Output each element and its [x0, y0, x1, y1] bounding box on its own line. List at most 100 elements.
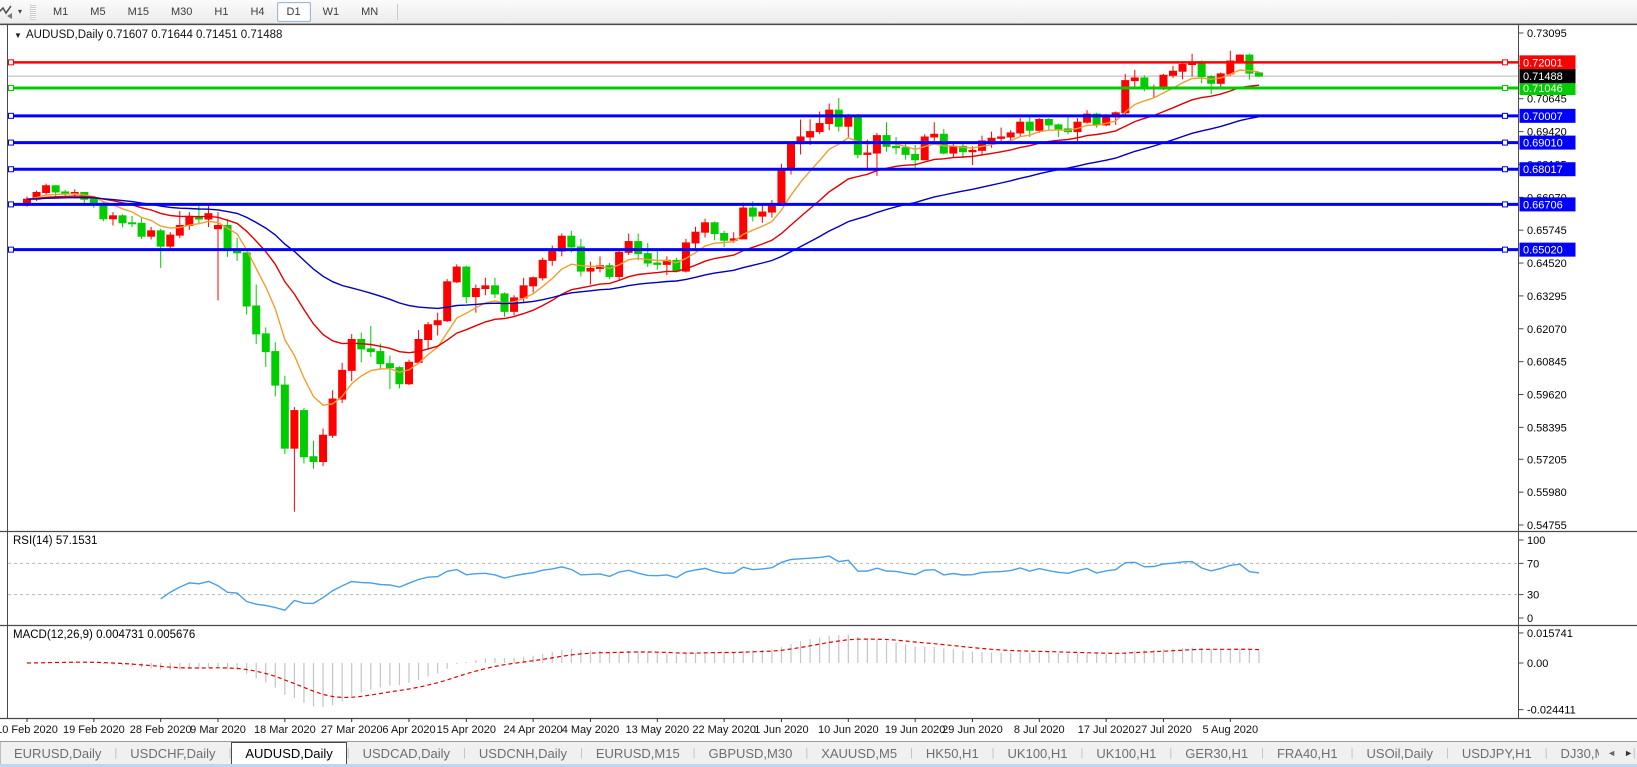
- candle-body: [1170, 71, 1177, 75]
- chart-tab-usdchf-daily[interactable]: USDCHF,Daily: [117, 742, 228, 764]
- date-label: 6 Apr 2020: [382, 724, 435, 736]
- rsi-tick-label: 30: [1527, 590, 1539, 602]
- line-handle[interactable]: [1503, 60, 1508, 65]
- candle-body: [1074, 122, 1081, 131]
- tab-scroll-left-icon[interactable]: ◄: [1607, 748, 1616, 758]
- date-label: 22 May 2020: [692, 724, 756, 736]
- line-handle[interactable]: [9, 247, 14, 252]
- date-label: 9 Mar 2020: [190, 724, 246, 736]
- chart-canvas[interactable]: ▼AUDUSD,Daily 0.71607 0.71644 0.71451 0.…: [0, 24, 1637, 741]
- candle-body: [272, 352, 279, 386]
- date-label: 17 Jul 2020: [1078, 724, 1135, 736]
- date-label: 29 Jun 2020: [942, 724, 1003, 736]
- candle-body: [950, 146, 957, 153]
- line-handle[interactable]: [9, 85, 14, 90]
- timeframe-button-h4[interactable]: H4: [240, 2, 274, 22]
- price-tick-label: 0.60845: [1527, 357, 1567, 369]
- candle-body: [998, 137, 1005, 138]
- date-label: 19 Jun 2020: [885, 724, 946, 736]
- line-handle[interactable]: [1503, 202, 1508, 207]
- chart-window: ▼AUDUSD,Daily 0.71607 0.71644 0.71451 0.…: [0, 24, 1637, 741]
- timeframe-button-m30[interactable]: M30: [161, 2, 202, 22]
- candle-body: [472, 289, 479, 297]
- timeframe-button-m1[interactable]: M1: [43, 2, 78, 22]
- date-label: 27 Jul 2020: [1135, 724, 1192, 736]
- timeframe-button-d1[interactable]: D1: [277, 2, 311, 22]
- date-label: 8 Jul 2020: [1014, 724, 1065, 736]
- timeframe-button-m5[interactable]: M5: [80, 2, 115, 22]
- price-label-text: 0.72001: [1523, 57, 1563, 69]
- line-handle[interactable]: [1503, 140, 1508, 145]
- chart-pointer-icon[interactable]: [0, 4, 16, 20]
- chart-tab-fra40-h1[interactable]: FRA40,H1: [1264, 742, 1351, 764]
- candle-body: [635, 242, 642, 254]
- chart-tab-xauusd-m5[interactable]: XAUUSD,M5: [808, 742, 910, 764]
- candle-body: [988, 138, 995, 141]
- line-handle[interactable]: [9, 167, 14, 172]
- candle-body: [912, 154, 919, 159]
- chart-tab-gbpusd-m30[interactable]: GBPUSD,M30: [696, 742, 806, 764]
- candle-body: [931, 134, 938, 137]
- price-label-text: 0.71488: [1523, 71, 1563, 83]
- candle-body: [348, 339, 355, 370]
- date-label: 18 Mar 2020: [254, 724, 316, 736]
- chart-tab-eurusd-m15[interactable]: EURUSD,M15: [583, 742, 693, 764]
- chart-tab-usdcnh-daily[interactable]: USDCNH,Daily: [466, 742, 580, 764]
- date-label: 5 Aug 2020: [1202, 724, 1258, 736]
- candle-body: [157, 231, 164, 246]
- chart-tab-eurusd-daily[interactable]: EURUSD,Daily: [1, 742, 114, 764]
- line-handle[interactable]: [9, 113, 14, 118]
- chart-tab-usdcad-daily[interactable]: USDCAD,Daily: [350, 742, 463, 764]
- date-label: 24 Apr 2020: [503, 724, 562, 736]
- price-label-text: 0.68017: [1523, 164, 1563, 176]
- candle-body: [119, 216, 126, 223]
- candle-body: [138, 223, 145, 236]
- candle-body: [129, 223, 136, 224]
- line-handle[interactable]: [9, 140, 14, 145]
- candle-body: [463, 267, 470, 297]
- candle-body: [1036, 120, 1043, 131]
- candle-body: [300, 411, 307, 457]
- line-handle[interactable]: [1503, 167, 1508, 172]
- line-handle[interactable]: [1503, 247, 1508, 252]
- candle-body: [759, 212, 766, 216]
- candle-body: [1026, 122, 1033, 130]
- candle-body: [339, 370, 346, 399]
- candle-body: [90, 199, 97, 203]
- line-handle[interactable]: [1503, 85, 1508, 90]
- macd-label: MACD(12,26,9) 0.004731 0.005676: [13, 629, 195, 641]
- candle-body: [1007, 133, 1014, 137]
- chart-tab-usdjpy-h1[interactable]: USDJPY,H1: [1449, 742, 1545, 764]
- date-label: 28 Feb 2020: [130, 724, 192, 736]
- timeframe-button-m15[interactable]: M15: [118, 2, 159, 22]
- chart-tab-uk100-h1[interactable]: UK100,H1: [995, 742, 1081, 764]
- candle-body: [262, 334, 269, 352]
- candle-body: [835, 110, 842, 126]
- candle-body: [644, 254, 651, 263]
- candle-body: [854, 115, 861, 154]
- candle-body: [587, 268, 594, 271]
- price-tick-label: 0.70645: [1527, 94, 1567, 106]
- toolbar-grip[interactable]: [30, 4, 36, 20]
- tab-scroll-right-icon[interactable]: ►: [1624, 748, 1633, 758]
- chart-tab-hk50-h1[interactable]: HK50,H1: [913, 742, 992, 764]
- timeframe-button-w1[interactable]: W1: [313, 2, 350, 22]
- chart-tool-dropdown-icon[interactable]: ▾: [18, 7, 22, 16]
- timeframe-button-h1[interactable]: H1: [204, 2, 238, 22]
- price-tick-label: 0.64520: [1527, 258, 1567, 270]
- candle-body: [1236, 55, 1243, 61]
- candle-body: [778, 169, 785, 205]
- price-tick-label: 0.54755: [1527, 520, 1567, 532]
- chart-tab-uk100-h1[interactable]: UK100,H1: [1083, 742, 1169, 764]
- chart-tab-usoil-daily[interactable]: USOil,Daily: [1354, 742, 1446, 764]
- chart-tab-ger30-h1[interactable]: GER30,H1: [1172, 742, 1261, 764]
- line-handle[interactable]: [1503, 113, 1508, 118]
- candle-body: [396, 368, 403, 384]
- chart-tab-audusd-daily[interactable]: AUDUSD,Daily: [231, 742, 346, 764]
- timeframe-button-mn[interactable]: MN: [351, 2, 388, 22]
- line-handle[interactable]: [9, 202, 14, 207]
- line-handle[interactable]: [9, 60, 14, 65]
- candle-body: [1131, 78, 1138, 81]
- candle-body: [893, 146, 900, 147]
- candle-body: [969, 150, 976, 151]
